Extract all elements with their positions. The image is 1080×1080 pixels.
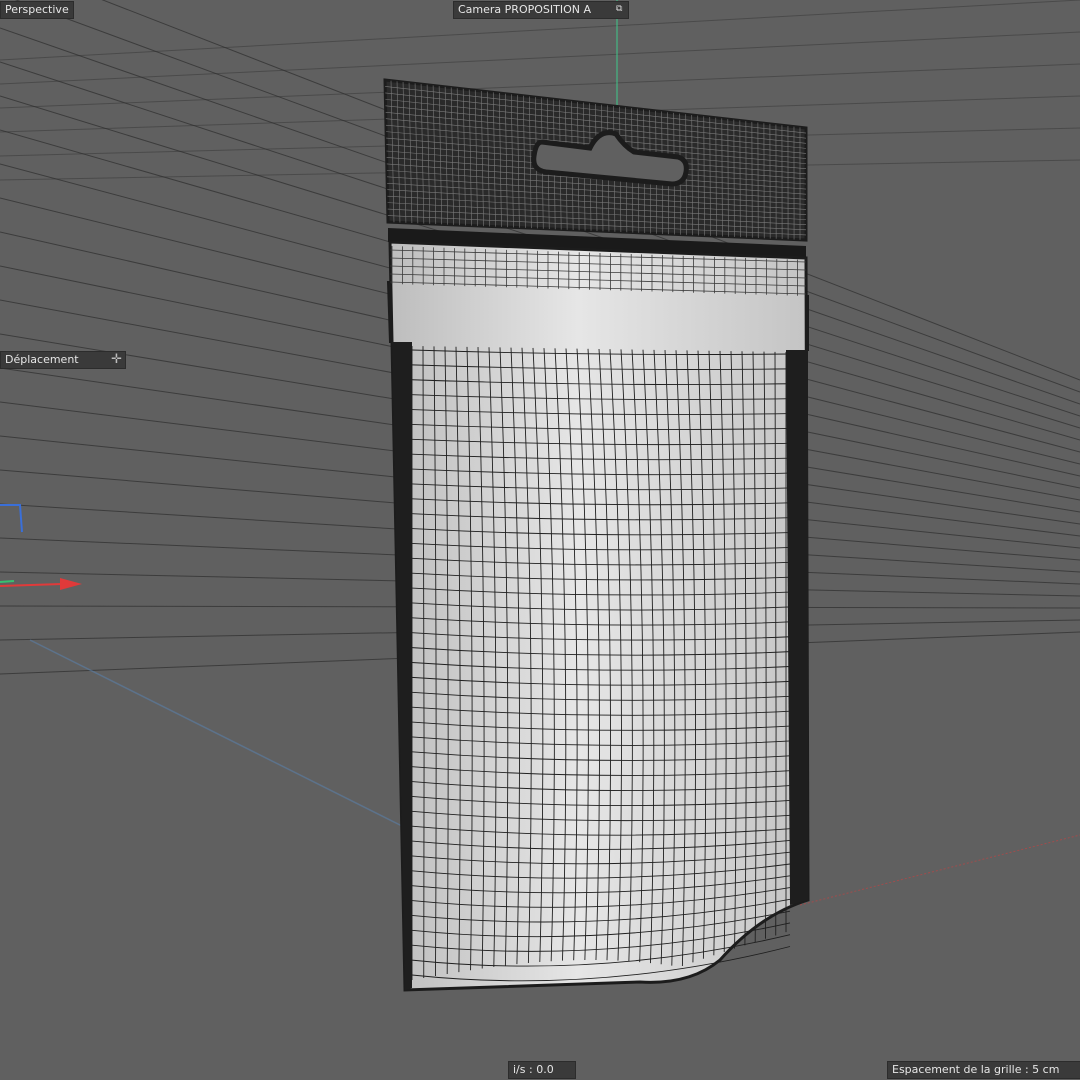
grid-spacing-readout: Espacement de la grille : 5 cm: [887, 1061, 1080, 1079]
pouch-mesh: [383, 78, 810, 992]
camera-icon[interactable]: ⧉: [616, 4, 626, 14]
active-tool-name: Déplacement: [5, 353, 79, 366]
fps-readout: i/s : 0.0: [508, 1061, 576, 1079]
move-icon: ✛: [111, 352, 122, 367]
3d-viewport[interactable]: Perspective Camera PROPOSITION A ⧉ Dépla…: [0, 0, 1080, 1080]
active-tool-label[interactable]: Déplacement ✛: [0, 351, 126, 369]
viewport-scene[interactable]: [0, 0, 1080, 1080]
camera-menu[interactable]: Camera PROPOSITION A ⧉: [453, 1, 629, 19]
gizmo-y-axis: [0, 580, 15, 583]
camera-name: Camera PROPOSITION A: [458, 3, 591, 16]
view-name-label[interactable]: Perspective: [0, 1, 74, 19]
